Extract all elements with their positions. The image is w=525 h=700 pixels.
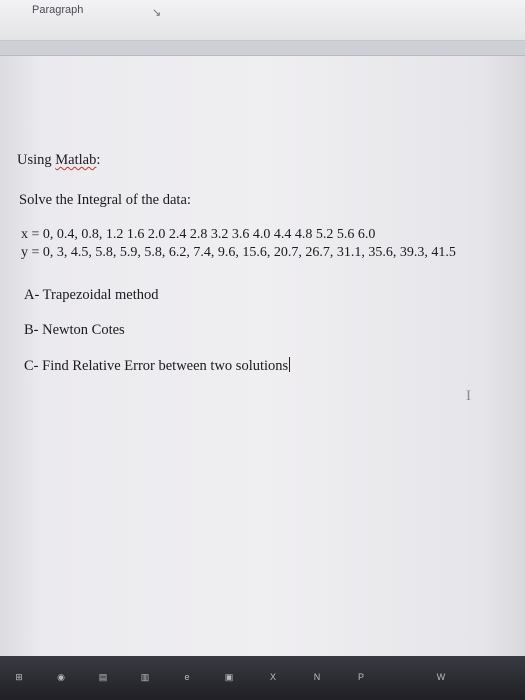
app-icon[interactable]: ▣ — [218, 666, 240, 688]
doc-item-b: B- Newton Cotes — [24, 322, 125, 338]
word-icon[interactable]: W — [430, 666, 452, 688]
edge-icon[interactable]: e — [176, 666, 198, 688]
using-suffix: : — [96, 152, 101, 168]
doc-item-c: C- Find Relative Error between two solut… — [24, 357, 291, 375]
ibeam-cursor-icon: I — [466, 388, 471, 404]
doc-line-y-data: y = 0, 3, 4.5, 5.8, 5.9, 5.8, 6.2, 7.4, … — [21, 245, 456, 260]
doc-line-using: Using Matlab: — [17, 151, 100, 169]
explorer-icon[interactable]: ▤ — [92, 666, 114, 688]
misspelled-word[interactable]: Matlab — [55, 152, 96, 168]
dialog-launcher-icon[interactable]: ↘ — [152, 6, 166, 20]
doc-line-prompt: Solve the Integral of the data: — [19, 192, 191, 208]
doc-line-x-data: x = 0, 0.4, 0.8, 1.2 1.6 2.0 2.4 2.8 3.2… — [21, 227, 376, 242]
using-prefix: Using — [17, 152, 56, 168]
text-cursor — [289, 357, 291, 372]
taskbar: ⊞ ◉ ▤ ▥ e ▣ X N P W — [0, 656, 525, 700]
onenote-icon[interactable]: N — [306, 666, 328, 688]
ruler — [0, 41, 525, 56]
doc-item-a: A- Trapezoidal method — [24, 287, 159, 303]
store-icon[interactable]: ▥ — [134, 666, 156, 688]
item-c-text: C- Find Relative Error between two solut… — [24, 358, 289, 374]
ribbon: Paragraph ↘ — [0, 0, 525, 41]
powerpoint-icon[interactable]: P — [350, 666, 372, 688]
excel-icon[interactable]: X — [262, 666, 284, 688]
document-page[interactable]: Using Matlab: Solve the Integral of the … — [0, 56, 525, 656]
paragraph-group-label: Paragraph — [32, 4, 84, 16]
chrome-icon[interactable]: ◉ — [50, 666, 72, 688]
start-icon[interactable]: ⊞ — [8, 666, 30, 688]
